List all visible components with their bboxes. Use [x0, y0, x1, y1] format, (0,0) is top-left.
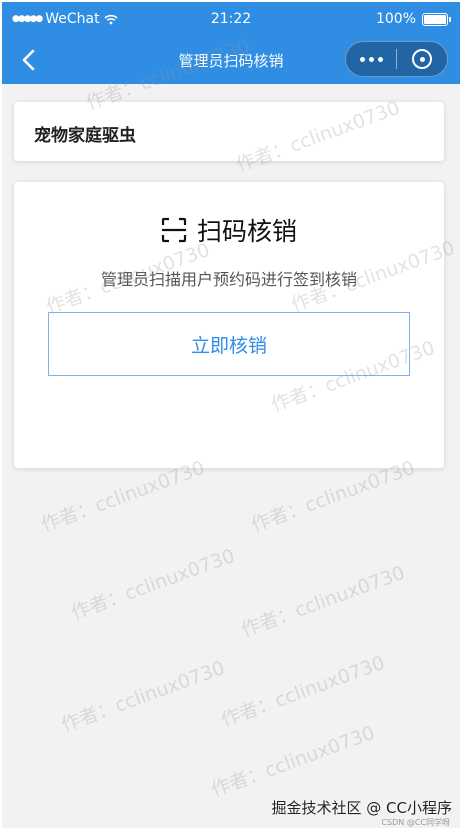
service-title: 宠物家庭驱虫: [34, 126, 136, 146]
phone-screen: ●●●●● WeChat 21:22 100% 管理员扫码核销 宠物家庭驱虫 扫…: [2, 2, 460, 828]
nav-bar: 管理员扫码核销: [2, 36, 460, 84]
battery-percent: 100%: [375, 11, 416, 27]
battery-icon: [422, 12, 451, 26]
verify-now-button[interactable]: 立即核销: [48, 312, 410, 376]
scan-heading-label: 扫码核销: [196, 217, 297, 246]
mini-program-capsule: [345, 41, 448, 77]
scan-verify-card: 扫码核销 管理员扫描用户预约码进行签到核销 立即核销: [14, 182, 444, 468]
watermark: 作者：cclinux0730: [218, 651, 388, 732]
status-right: 100%: [375, 11, 451, 27]
footer-brand: 掘金技术社区 @ CC小程序: [271, 799, 452, 817]
more-dots-icon[interactable]: [346, 42, 396, 76]
scan-icon: [161, 217, 187, 243]
footer-csdn: CSDN @CC同学呀: [381, 818, 450, 827]
watermark: 作者：cclinux0730: [238, 561, 408, 642]
scan-heading: 扫码核销: [14, 212, 444, 248]
status-bar: ●●●●● WeChat 21:22 100%: [2, 2, 460, 36]
scan-subtitle: 管理员扫描用户预约码进行签到核销: [100, 270, 357, 289]
service-title-card: 宠物家庭驱虫: [14, 102, 444, 161]
top-bar: ●●●●● WeChat 21:22 100% 管理员扫码核销: [2, 2, 460, 84]
close-circle-icon[interactable]: [397, 42, 447, 76]
watermark: 作者：cclinux0730: [208, 721, 378, 802]
watermark: 作者：cclinux0730: [68, 544, 238, 625]
watermark: 作者：cclinux0730: [58, 656, 228, 737]
